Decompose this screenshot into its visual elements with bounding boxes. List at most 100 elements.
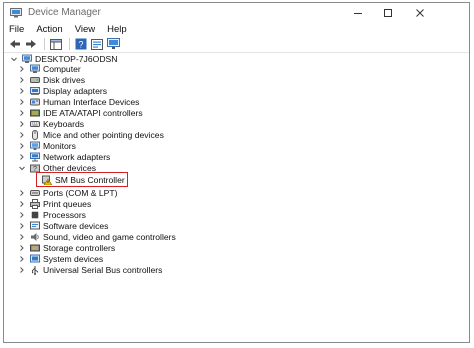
tree-item-icon xyxy=(30,265,40,275)
tree-item-universal-serial-bus-controllers[interactable]: Universal Serial Bus controllers xyxy=(18,264,162,275)
tree-item-disk-drives[interactable]: Disk drives xyxy=(18,75,85,86)
tree-item-display-adapters[interactable]: Display adapters xyxy=(18,86,107,97)
tree-item-label: Sound, video and game controllers xyxy=(43,231,176,242)
collapsed-chevron-icon xyxy=(20,200,24,207)
tree-item-computer[interactable]: Computer xyxy=(18,64,81,75)
maximize-button[interactable] xyxy=(373,3,403,22)
properties-button[interactable] xyxy=(90,37,104,51)
expand-toggle[interactable] xyxy=(18,130,26,140)
tree-item-label: Mice and other pointing devices xyxy=(43,130,164,141)
forward-button[interactable] xyxy=(24,37,38,51)
expand-toggle[interactable] xyxy=(18,221,26,231)
expand-toggle[interactable] xyxy=(18,243,26,253)
tree-item-icon xyxy=(30,141,40,151)
tree-item-icon xyxy=(30,86,40,96)
tree-item-sound-video-and-game-controllers[interactable]: Sound, video and game controllers xyxy=(18,231,176,242)
minimize-button[interactable] xyxy=(343,3,373,22)
expand-toggle[interactable] xyxy=(18,210,26,220)
tree-item-label: Processors xyxy=(43,209,86,220)
expand-toggle[interactable] xyxy=(18,141,26,151)
tree-item-storage-controllers[interactable]: Storage controllers xyxy=(18,242,115,253)
expand-toggle[interactable] xyxy=(18,199,26,209)
tree-item-mice-and-other-pointing-devices[interactable]: Mice and other pointing devices xyxy=(18,130,164,141)
tree-item-label: Display adapters xyxy=(43,86,108,97)
tree-item-label: Storage controllers xyxy=(43,242,116,253)
tree-item-system-devices[interactable]: System devices xyxy=(18,253,103,264)
tree-item-icon xyxy=(30,254,40,264)
expand-toggle[interactable] xyxy=(18,75,26,85)
expand-toggle[interactable] xyxy=(10,54,18,64)
computer-icon xyxy=(30,64,40,74)
ide-controller-icon xyxy=(30,109,40,117)
root-computer-icon xyxy=(22,54,32,63)
expanded-chevron-icon xyxy=(19,166,25,171)
collapsed-chevron-icon xyxy=(20,211,24,218)
tree-item-icon xyxy=(30,152,40,162)
expand-toggle[interactable] xyxy=(18,86,26,96)
console-tree-icon xyxy=(50,38,62,50)
tree-item-human-interface-devices[interactable]: Human Interface Devices xyxy=(18,97,139,108)
toolbar-separator xyxy=(44,38,45,50)
back-arrow-icon xyxy=(10,40,20,48)
title-bar: Device Manager xyxy=(4,3,469,22)
expand-toggle[interactable] xyxy=(18,232,26,242)
sound-icon xyxy=(31,232,39,241)
tree-item-keyboards[interactable]: Keyboards xyxy=(18,119,84,130)
tree-item-monitors[interactable]: Monitors xyxy=(18,141,76,152)
system-device-icon xyxy=(30,254,40,263)
close-button[interactable] xyxy=(403,3,437,22)
collapsed-chevron-icon xyxy=(20,88,24,95)
tree-item-icon xyxy=(30,97,40,107)
tree-item-icon xyxy=(30,108,40,118)
collapsed-chevron-icon xyxy=(20,233,24,240)
expand-toggle[interactable] xyxy=(18,188,26,198)
tree-item-label: Print queues xyxy=(43,198,92,209)
tree-root-item[interactable]: DESKTOP-7J6ODSN xyxy=(10,53,117,64)
tree-item-label: Computer xyxy=(43,64,81,75)
expand-toggle[interactable] xyxy=(18,254,26,264)
help-button[interactable]: ? xyxy=(74,37,88,51)
menu-file[interactable]: File xyxy=(9,24,24,35)
device-manager-icon xyxy=(10,7,22,17)
scan-hardware-button[interactable] xyxy=(106,37,120,51)
expand-toggle[interactable] xyxy=(18,119,26,129)
tree-item-network-adapters[interactable]: Network adapters xyxy=(18,152,110,163)
tree-item-processors[interactable]: Processors xyxy=(18,209,86,220)
processor-icon xyxy=(31,210,39,219)
menu-view[interactable]: View xyxy=(75,24,95,35)
expand-toggle[interactable] xyxy=(18,64,26,74)
tree-item-label: System devices xyxy=(43,253,104,264)
expand-toggle[interactable] xyxy=(18,108,26,118)
collapsed-chevron-icon xyxy=(20,255,24,262)
tree-item-label: Universal Serial Bus controllers xyxy=(43,264,163,275)
back-button[interactable] xyxy=(8,37,22,51)
menu-action[interactable]: Action xyxy=(36,24,62,35)
monitor-icon xyxy=(30,141,40,151)
tree-item-icon xyxy=(30,232,40,242)
port-icon xyxy=(30,189,40,196)
svg-text:?: ? xyxy=(78,40,83,50)
toolbar: ? xyxy=(4,36,469,53)
tree-item-label: Monitors xyxy=(43,141,76,152)
collapsed-chevron-icon xyxy=(20,66,24,73)
tree-item-ide-ata-atapi-controllers[interactable]: IDE ATA/ATAPI controllers xyxy=(18,108,143,119)
tree-item-software-devices[interactable]: Software devices xyxy=(18,220,108,231)
tree-item-icon xyxy=(30,188,40,198)
collapsed-chevron-icon xyxy=(20,244,24,251)
toolbar-separator xyxy=(69,38,70,50)
tree-item-print-queues[interactable]: Print queues xyxy=(18,198,91,209)
tree-item-icon xyxy=(30,130,40,141)
expand-toggle[interactable] xyxy=(18,152,26,162)
expand-toggle[interactable] xyxy=(18,265,26,275)
tree-item-ports-com-lpt[interactable]: Ports (COM & LPT) xyxy=(18,187,118,198)
keyboard-icon xyxy=(30,121,40,128)
menu-help[interactable]: Help xyxy=(107,24,127,35)
usb-icon xyxy=(32,265,38,275)
tree-item-icon xyxy=(30,64,40,74)
tree-item-icon xyxy=(30,243,40,253)
expand-toggle[interactable] xyxy=(18,97,26,107)
expand-toggle[interactable] xyxy=(18,163,26,173)
console-tree-button[interactable] xyxy=(49,37,63,51)
tree-item-label: Disk drives xyxy=(43,75,86,86)
tree-item-icon xyxy=(22,54,32,64)
